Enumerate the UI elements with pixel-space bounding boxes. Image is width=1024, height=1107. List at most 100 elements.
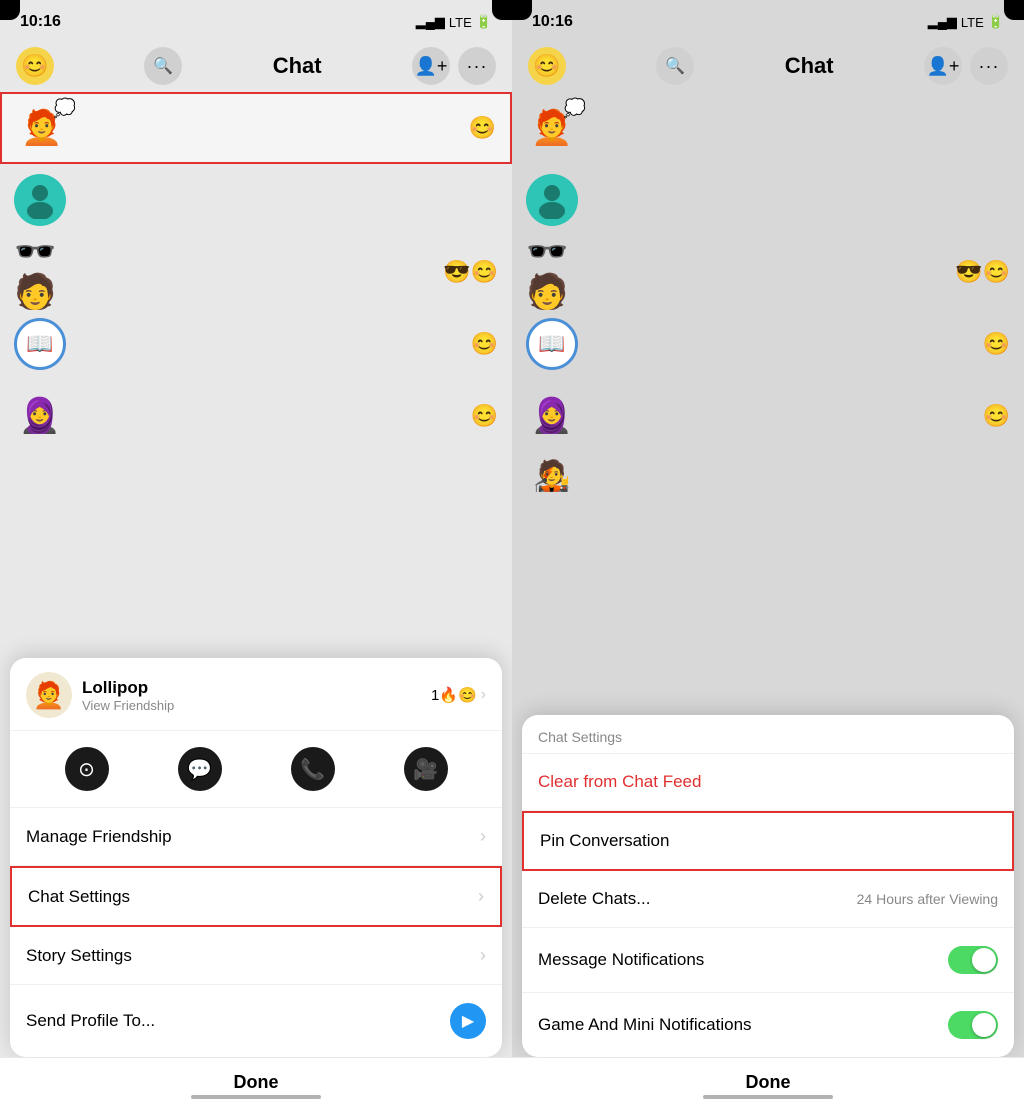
avatar-4-left: 📖 [14,318,66,370]
delete-chats-label: Delete Chats... [538,889,650,909]
story-settings-label: Story Settings [26,946,132,966]
friend-name: Lollipop [82,678,174,698]
emoji-1-left: 😊 [469,115,496,141]
message-notifications-item[interactable]: Message Notifications [522,928,1014,993]
chat-settings-item[interactable]: Chat Settings › [10,866,502,927]
emoji-3-right: 😎😊 [955,259,1010,285]
friend-header: 🧑‍🦰 Lollipop View Friendship 1🔥😊 › [10,658,502,731]
phone-action-btn[interactable]: 📞 [291,747,335,791]
emoji-5-right: 😊 [983,403,1010,429]
chat-list-left: 🧑‍🦰 💭 😊 🕶️🧑 😎😊 📖 😊 🧕 [0,92,512,452]
avatar-2-right [526,174,578,226]
emoji-4-left: 😊 [471,331,498,357]
pin-conversation-label: Pin Conversation [540,831,669,851]
header-right-left: 👤+ ··· [412,47,496,85]
send-profile-btn[interactable]: ▶ [450,1003,486,1039]
chat-title-right: Chat [785,53,834,79]
status-time-left: 10:16 [20,13,61,31]
chat-action-btn[interactable]: 💬 [178,747,222,791]
friend-popup-left: 🧑‍🦰 Lollipop View Friendship 1🔥😊 › ⊙ 💬 📞… [10,658,502,1057]
avatar-2-left [14,174,66,226]
game-notifications-item[interactable]: Game And Mini Notifications [522,993,1014,1057]
delete-chats-item[interactable]: Delete Chats... 24 Hours after Viewing [522,871,1014,928]
send-profile-item[interactable]: Send Profile To... ▶ [10,985,502,1057]
avatar-5-left: 🧕 [14,390,66,442]
status-time-right: 10:16 [532,13,573,31]
chat-item-3-right[interactable]: 🕶️🧑 😎😊 [512,236,1024,308]
camera-action-btn[interactable]: ⊙ [65,747,109,791]
settings-sheet-title: Chat Settings [522,715,1014,754]
corner-notch-right-l [512,0,532,20]
manage-friendship-chevron: › [480,826,486,847]
friend-view-friendship[interactable]: View Friendship [82,698,174,713]
avatar-1-right: 🧑‍🦰 💭 [526,102,578,154]
done-label-left: Done [234,1072,279,1093]
battery-icon-left: 🔋 [476,14,492,30]
right-phone-panel: 10:16 ▂▄▆ LTE 🔋 😊 🔍 Chat 👤+ ··· 🧑‍🦰 💭 [512,0,1024,1107]
friend-info: Lollipop View Friendship [82,678,174,713]
chat-item-5-right[interactable]: 🧕 😊 [512,380,1024,452]
more-btn-left[interactable]: ··· [458,47,496,85]
signal-icon-right: ▂▄▆ [928,14,957,30]
story-settings-item[interactable]: Story Settings › [10,927,502,985]
settings-popup-right: Chat Settings Clear from Chat Feed Pin C… [522,715,1014,1057]
user-avatar-btn-left[interactable]: 😊 [16,47,54,85]
delete-chats-right-text: 24 Hours after Viewing [857,891,998,907]
chat-settings-chevron: › [478,886,484,907]
story-settings-chevron: › [480,945,486,966]
corner-notch-right [492,0,512,20]
avatar-1-left: 🧑‍🦰 💭 [16,102,68,154]
search-btn-left[interactable]: 🔍 [144,47,182,85]
avatar-5-right: 🧕 [526,390,578,442]
chat-item-2-left[interactable] [0,164,512,236]
game-notifications-toggle[interactable] [948,1011,998,1039]
chat-item-1-right[interactable]: 🧑‍🦰 💭 [512,92,1024,164]
message-notifications-toggle[interactable] [948,946,998,974]
chat-item-4-left[interactable]: 📖 😊 [0,308,512,380]
add-friend-btn-left[interactable]: 👤+ [412,47,450,85]
chat-item-1-left[interactable]: 🧑‍🦰 💭 😊 [0,92,512,164]
emoji-4-right: 😊 [983,331,1010,357]
streak-count: 1🔥😊 [431,686,477,704]
action-icons: ⊙ 💬 📞 🎥 [10,731,502,808]
user-avatar-btn-right[interactable]: 😊 [528,47,566,85]
left-phone-panel: 10:16 ▂▄▆ LTE 🔋 😊 🔍 Chat 👤+ ··· 🧑‍🦰 💭 😊 [0,0,512,1107]
more-btn-right[interactable]: ··· [970,47,1008,85]
done-bar-left[interactable]: Done [0,1057,512,1107]
status-bar-left: 10:16 ▂▄▆ LTE 🔋 [0,0,512,40]
manage-friendship-label: Manage Friendship [26,827,172,847]
chat-list-right: 🧑‍🦰 💭 🕶️🧑 😎😊 📖 😊 🧕 😊 🧑‍🎤 [512,92,1024,492]
network-left: LTE [449,15,472,30]
chat-item-2-right[interactable] [512,164,1024,236]
chat-title-left: Chat [273,53,322,79]
battery-icon-right: 🔋 [988,14,1004,30]
chat-item-6-right[interactable]: 🧑‍🎤 [512,452,1024,492]
chat-header-left: 😊 🔍 Chat 👤+ ··· [0,40,512,92]
avatar-6-right: 🧑‍🎤 [526,452,578,492]
video-action-btn[interactable]: 🎥 [404,747,448,791]
chat-header-right: 😊 🔍 Chat 👤+ ··· [512,40,1024,92]
search-btn-right[interactable]: 🔍 [656,47,694,85]
header-right-right: 👤+ ··· [924,47,1008,85]
signal-icon-left: ▂▄▆ [416,14,445,30]
clear-chat-feed-item[interactable]: Clear from Chat Feed [522,754,1014,811]
emoji-3-left: 😎😊 [443,259,498,285]
avatar-3-left: 🕶️🧑 [14,246,66,298]
home-indicator-left [191,1095,321,1099]
friend-avatar: 🧑‍🦰 [26,672,72,718]
status-icons-right: ▂▄▆ LTE 🔋 [928,14,1004,30]
pin-conversation-item[interactable]: Pin Conversation [522,811,1014,871]
status-icons-left: ▂▄▆ LTE 🔋 [416,14,492,30]
done-bar-right[interactable]: Done [512,1057,1024,1107]
home-indicator-right [703,1095,833,1099]
chat-item-4-right[interactable]: 📖 😊 [512,308,1024,380]
chat-item-3-left[interactable]: 🕶️🧑 😎😊 [0,236,512,308]
message-notifications-label: Message Notifications [538,950,704,970]
game-notifications-label: Game And Mini Notifications [538,1015,752,1035]
friend-streak: 1🔥😊 › [431,686,486,704]
add-friend-btn-right[interactable]: 👤+ [924,47,962,85]
chat-item-5-left[interactable]: 🧕 😊 [0,380,512,452]
network-right: LTE [961,15,984,30]
manage-friendship-item[interactable]: Manage Friendship › [10,808,502,866]
chat-settings-label: Chat Settings [28,887,130,907]
